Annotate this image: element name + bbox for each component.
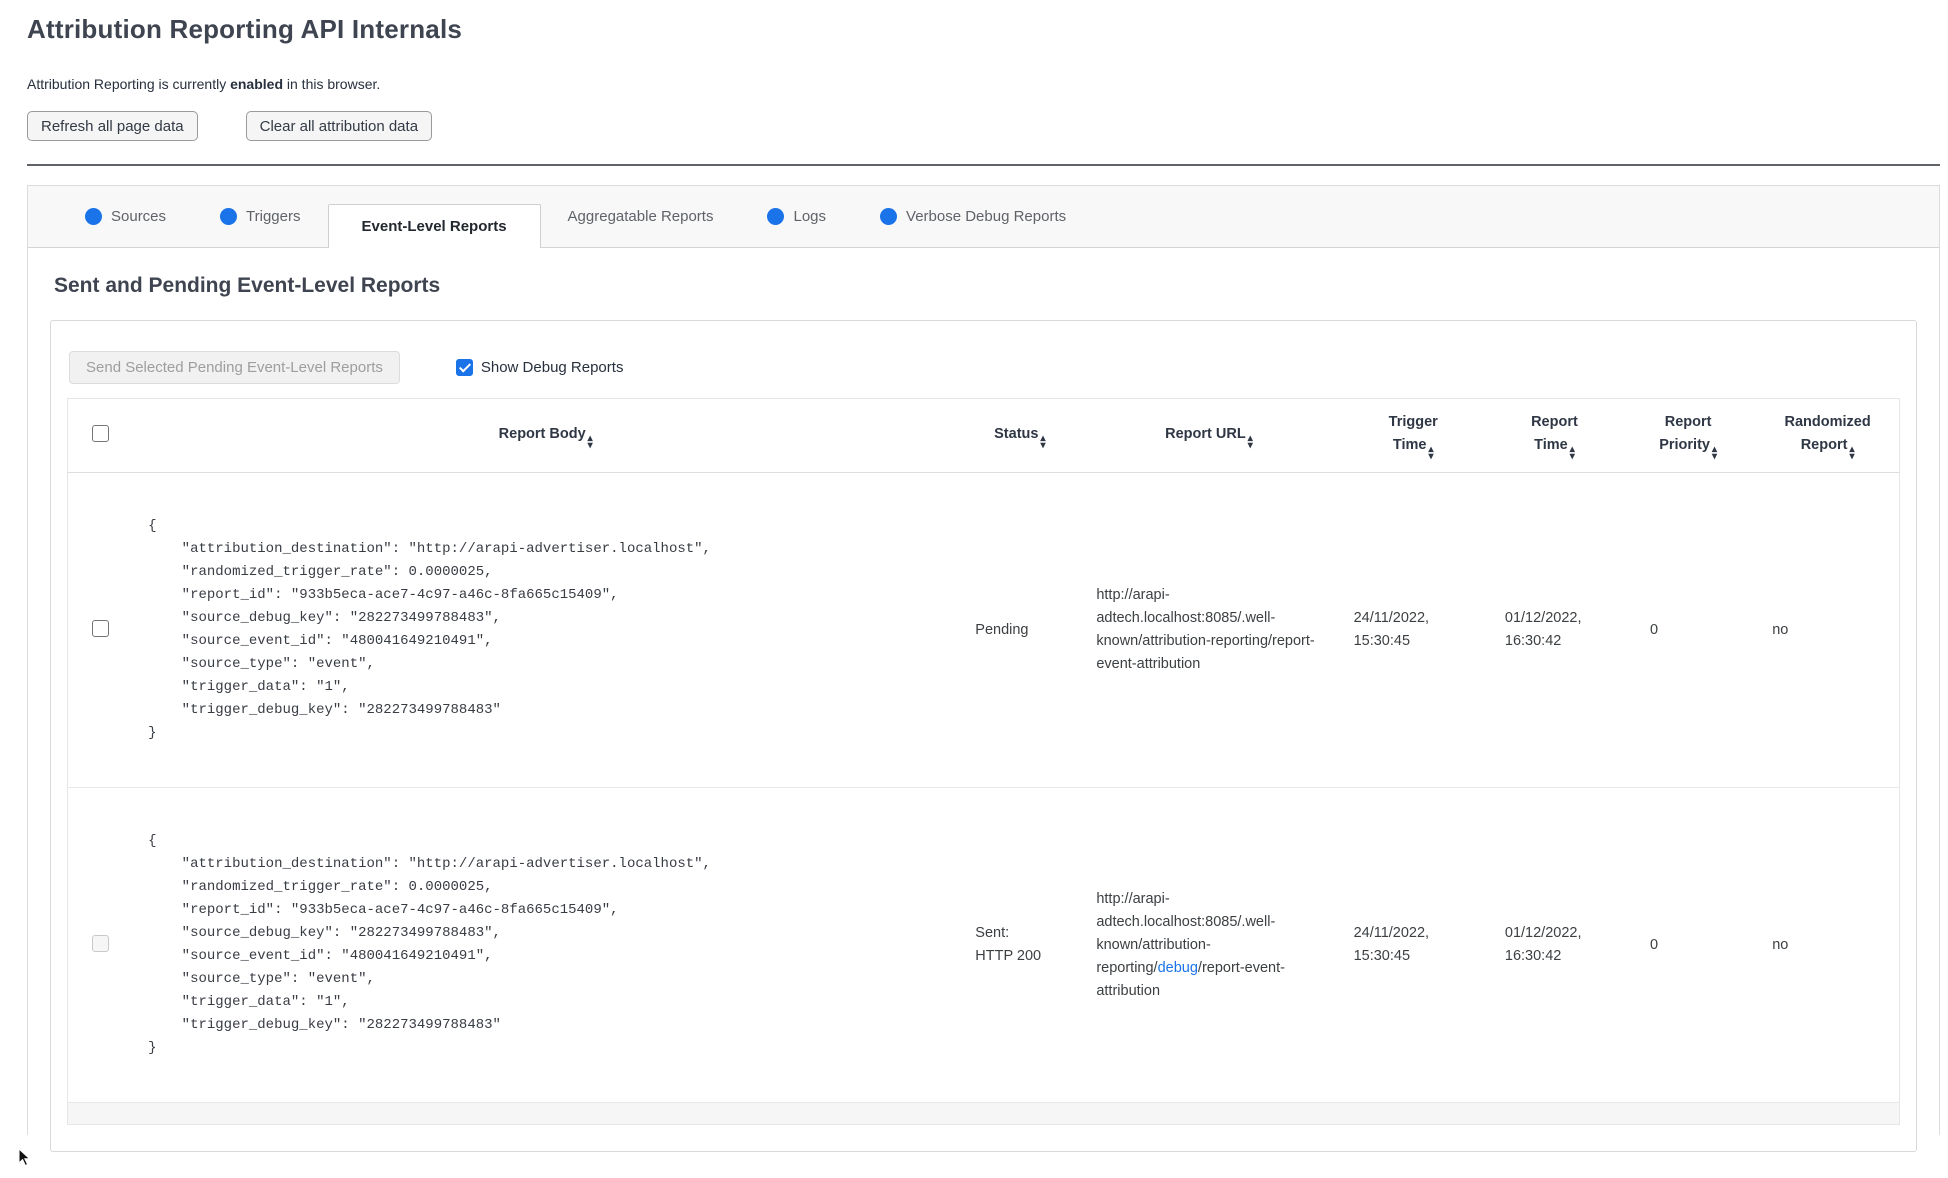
column-label: Report Priority <box>1659 414 1712 453</box>
report-row: { "attribution_destination": "http://ara… <box>67 787 1900 1103</box>
column-header-randomized-report[interactable]: Randomized Report <box>1756 398 1900 473</box>
randomized-report-cell: no <box>1756 787 1900 1103</box>
report-time-cell: 01/12/2022, 16:30:42 <box>1488 472 1621 788</box>
report-body-json: { "attribution_destination": "http://ara… <box>148 833 711 1056</box>
tab-label: Sources <box>111 208 167 225</box>
row-checkbox[interactable] <box>91 619 109 637</box>
column-header-status[interactable]: Status <box>959 398 1081 473</box>
table-header-row: Report Body Status Report URL Trigger Ti… <box>67 398 1900 473</box>
toolbar: Refresh all page data Clear all attribut… <box>27 111 1940 141</box>
column-label: Randomized Report <box>1784 414 1871 453</box>
show-debug-label: Show Debug Reports <box>480 359 624 376</box>
tab-verbose-debug-reports[interactable]: Verbose Debug Reports <box>853 186 1093 248</box>
tab-label: Logs <box>793 208 827 225</box>
page-title: Attribution Reporting API Internals <box>27 14 463 44</box>
report-row: { "attribution_destination": "http://ara… <box>67 472 1900 788</box>
row-checkbox-disabled <box>91 934 109 952</box>
tab-label: Aggregatable Reports <box>567 208 714 225</box>
column-label: Report URL <box>1165 425 1246 442</box>
tab-sources[interactable]: Sources <box>58 186 193 248</box>
column-header-report-priority[interactable]: Report Priority <box>1620 398 1757 473</box>
tab-dot-icon <box>85 208 102 225</box>
tab-dot-icon <box>220 208 238 225</box>
show-debug-checkbox-group[interactable]: Show Debug Reports <box>455 359 624 376</box>
sort-icon <box>1248 435 1253 449</box>
column-label: Status <box>994 425 1039 442</box>
column-label: Report Body <box>498 425 586 442</box>
show-debug-checkbox[interactable] <box>455 359 473 376</box>
table-footer <box>67 1102 1900 1125</box>
tab-label: Triggers <box>246 208 301 225</box>
randomized-report-cell: no <box>1756 472 1900 788</box>
report-body-cell: { "attribution_destination": "http://ara… <box>132 472 960 788</box>
report-priority-cell: 0 <box>1620 472 1757 788</box>
column-header-report-url[interactable]: Report URL <box>1080 398 1338 473</box>
tab-dot-icon <box>767 208 785 225</box>
report-body-cell: { "attribution_destination": "http://ara… <box>132 787 960 1103</box>
report-priority-cell: 0 <box>1620 787 1757 1103</box>
report-url-cell: http://arapi-adtech.localhost:8085/.well… <box>1080 472 1338 788</box>
reports-panel: Send Selected Pending Event-Level Report… <box>50 320 1917 1152</box>
url-text: http://arapi-adtech.localhost:8085/.well… <box>1096 587 1315 672</box>
tabbox: Sources Triggers Event-Level Reports Agg… <box>27 185 1940 1158</box>
attribution-status-line: Attribution Reporting is currently enabl… <box>27 76 1940 92</box>
tab-dot-icon <box>880 208 898 225</box>
refresh-all-button[interactable]: Refresh all page data <box>27 111 198 141</box>
column-header-trigger-time[interactable]: Trigger Time <box>1337 398 1489 473</box>
clear-all-button[interactable]: Clear all attribution data <box>245 111 433 141</box>
event-level-reports-panel: Sent and Pending Event-Level Reports Sen… <box>28 248 1939 1158</box>
trigger-time-cell: 24/11/2022, 15:30:45 <box>1337 787 1489 1103</box>
sort-icon <box>1429 446 1434 460</box>
report-url-cell: http://arapi-adtech.localhost:8085/.well… <box>1080 787 1338 1103</box>
select-all-header[interactable] <box>67 398 133 473</box>
controls-row: Send Selected Pending Event-Level Report… <box>69 351 1900 384</box>
status-suffix: in this browser. <box>283 76 381 92</box>
tab-aggregatable-reports[interactable]: Aggregatable Reports <box>541 186 741 248</box>
sort-icon <box>588 435 593 449</box>
sort-icon <box>1849 446 1854 460</box>
tab-event-level-reports[interactable]: Event-Level Reports <box>327 204 541 248</box>
debug-link[interactable]: debug <box>1158 960 1198 976</box>
report-body-json: { "attribution_destination": "http://ara… <box>148 518 711 741</box>
status-cell: Pending <box>959 472 1081 788</box>
row-select-cell <box>67 472 133 788</box>
column-header-report-time[interactable]: Report Time <box>1488 398 1621 473</box>
table-footer-row <box>67 1102 1900 1125</box>
tab-strip: Sources Triggers Event-Level Reports Agg… <box>28 186 1939 248</box>
mouse-cursor-icon <box>18 1148 31 1167</box>
select-all-checkbox[interactable] <box>91 425 109 442</box>
status-state: enabled <box>230 76 283 92</box>
tab-logs[interactable]: Logs <box>740 186 853 248</box>
tab-triggers[interactable]: Triggers <box>193 186 327 248</box>
status-prefix: Attribution Reporting is currently <box>27 76 231 92</box>
sort-icon <box>1570 446 1575 460</box>
tab-label: Event-Level Reports <box>361 218 507 235</box>
report-time-cell: 01/12/2022, 16:30:42 <box>1488 787 1621 1103</box>
tab-label: Verbose Debug Reports <box>906 208 1067 225</box>
send-selected-button[interactable]: Send Selected Pending Event-Level Report… <box>69 351 400 384</box>
status-cell: Sent: HTTP 200 <box>959 787 1081 1103</box>
row-select-cell <box>67 787 133 1103</box>
column-header-report-body[interactable]: Report Body <box>132 398 960 473</box>
sort-icon <box>1040 435 1045 449</box>
trigger-time-cell: 24/11/2022, 15:30:45 <box>1337 472 1489 788</box>
sort-icon <box>1712 446 1717 460</box>
event-level-reports-table: Report Body Status Report URL Trigger Ti… <box>67 398 1900 1125</box>
divider <box>27 164 1940 166</box>
section-heading: Sent and Pending Event-Level Reports <box>54 274 441 297</box>
